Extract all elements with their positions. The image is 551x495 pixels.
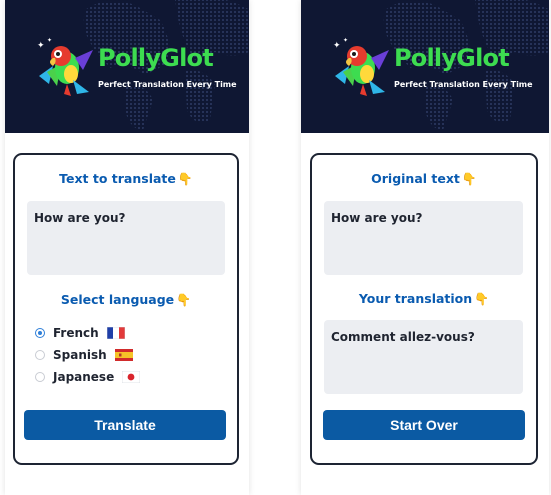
text-to-translate-heading: Text to translate 👇	[15, 171, 237, 186]
pointing-down-hand-icon: 👇	[177, 172, 193, 186]
svg-text:✦: ✦	[333, 41, 341, 51]
translate-card: Text to translate 👇 How are you? Select l…	[13, 153, 239, 465]
app-logo: ✦ ✦ PollyGlot Perfect Translation Every …	[327, 36, 533, 98]
app-title: PollyGlot	[98, 44, 214, 72]
heading-label: Select language	[60, 292, 175, 307]
language-label: French	[53, 326, 99, 340]
language-option-spanish[interactable]: Spanish	[35, 346, 133, 364]
pointing-down-hand-icon: 👇	[176, 293, 192, 307]
language-label: Spanish	[53, 348, 107, 362]
translate-button[interactable]: Translate	[24, 410, 226, 440]
svg-text:✦: ✦	[47, 37, 52, 44]
french-radio[interactable]	[35, 328, 45, 338]
app-tagline: Perfect Translation Every Time	[394, 80, 533, 89]
app-tagline: Perfect Translation Every Time	[98, 80, 237, 89]
spanish-radio[interactable]	[35, 350, 45, 360]
svg-text:✦: ✦	[37, 41, 45, 51]
language-label: Japanese	[53, 370, 115, 384]
result-panel: ✦ ✦ PollyGlot Perfect Translation Every …	[301, 0, 549, 495]
result-card: Original text 👇 How are you? Your transla…	[310, 153, 538, 465]
original-text-box: How are you?	[324, 201, 523, 275]
svg-text:✦: ✦	[343, 37, 348, 44]
start-over-button[interactable]: Start Over	[323, 410, 525, 440]
france-flag-icon	[106, 327, 125, 339]
spain-flag-icon	[114, 349, 133, 361]
your-translation-heading: Your translation 👇	[312, 291, 536, 306]
translate-panel: ✦ ✦ PollyGlot Perfect Translation Every …	[5, 0, 249, 495]
text-to-translate-input[interactable]: How are you?	[27, 201, 225, 275]
heading-label: Text to translate	[59, 171, 176, 186]
parrot-logo-icon: ✦ ✦	[333, 37, 389, 96]
pointing-down-hand-icon: 👇	[461, 172, 477, 186]
select-language-heading: Select language 👇	[15, 292, 237, 307]
original-text-heading: Original text 👇	[312, 171, 536, 186]
app-header: ✦ ✦ PollyGlot Perfect Translation Every …	[301, 0, 549, 133]
heading-label: Your translation	[358, 291, 473, 306]
japanese-radio[interactable]	[35, 372, 45, 382]
app-title: PollyGlot	[394, 44, 510, 72]
japan-flag-icon	[122, 371, 141, 383]
translation-output-box: Comment allez-vous?	[324, 320, 523, 394]
app-header: ✦ ✦ PollyGlot Perfect Translation Every …	[5, 0, 249, 133]
parrot-logo-icon: ✦ ✦	[37, 37, 93, 96]
pointing-down-hand-icon: 👇	[474, 292, 490, 306]
heading-label: Original text	[371, 171, 460, 186]
app-logo: ✦ ✦ PollyGlot Perfect Translation Every …	[31, 36, 237, 98]
language-option-japanese[interactable]: Japanese	[35, 368, 141, 386]
language-option-french[interactable]: French	[35, 324, 125, 342]
